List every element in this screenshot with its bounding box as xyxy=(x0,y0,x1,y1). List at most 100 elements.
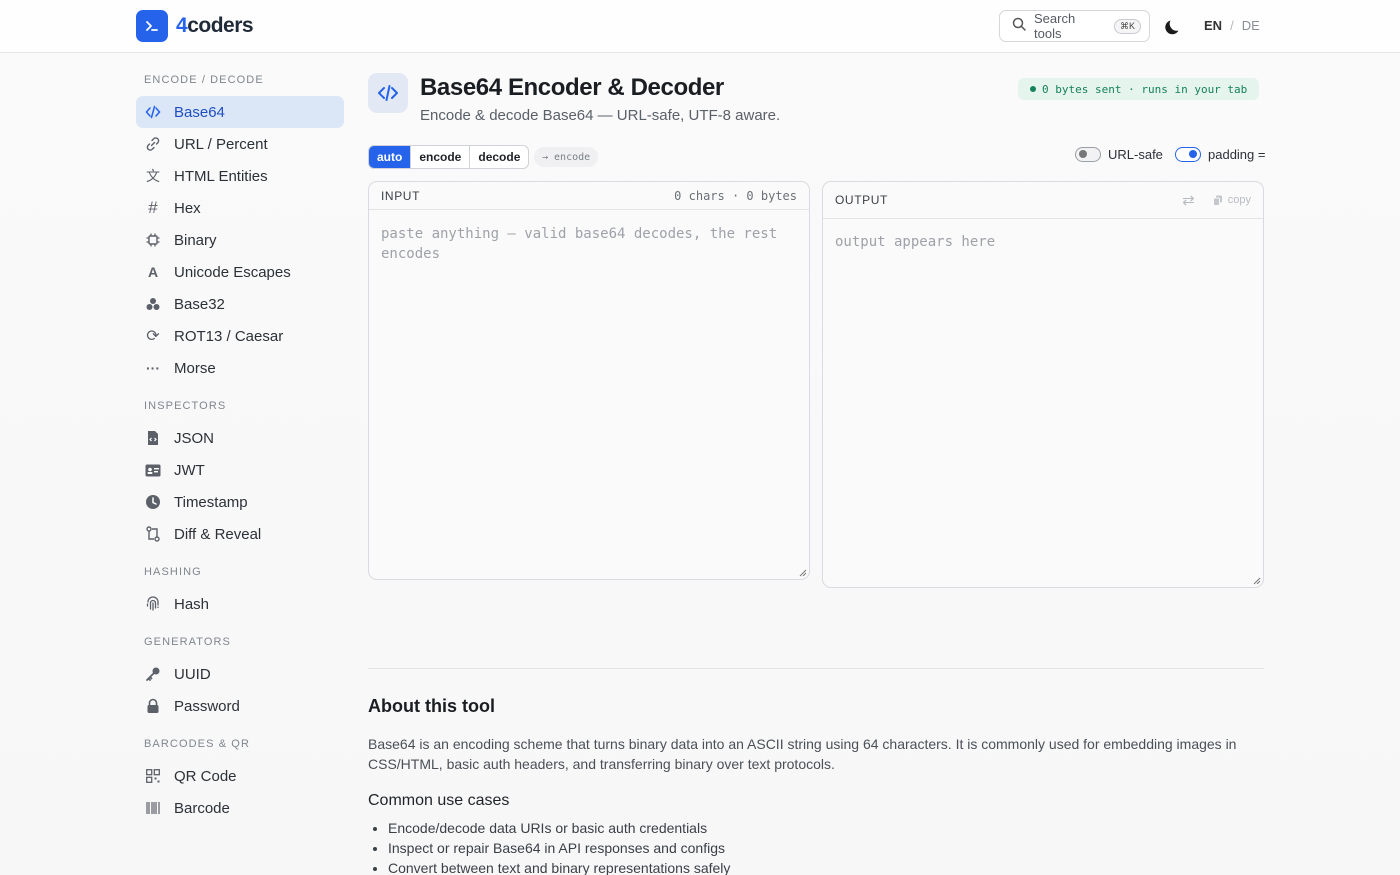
sidebar-item-label: Diff & Reveal xyxy=(174,525,262,543)
sidebar-item-label: Base64 xyxy=(174,103,225,121)
sidebar-item-label: URL / Percent xyxy=(174,135,268,153)
sidebar-item-uuid[interactable]: UUID xyxy=(136,658,344,690)
page-subtitle: Encode & decode Base64 — URL-safe, UTF-8… xyxy=(420,107,781,124)
sidebar-item-label: JSON xyxy=(174,429,215,447)
nav-group-encode-decode: ENCODE / DECODE Base64 URL / Percent 文 H… xyxy=(136,74,344,384)
git-compare-icon xyxy=(144,525,162,543)
list-item: Inspect or repair Base64 in API response… xyxy=(388,838,730,858)
sidebar-item-unicode-escapes[interactable]: A Unicode Escapes xyxy=(136,256,344,288)
search-tools-button[interactable]: Search tools ⌘K xyxy=(999,10,1150,42)
sidebar-item-timestamp[interactable]: Timestamp xyxy=(136,486,344,518)
mode-selector: auto encode decode xyxy=(368,145,530,169)
nav-group-hashing: HASHING Hash xyxy=(136,566,344,620)
padding-label: padding = xyxy=(1208,147,1266,162)
cubes-icon xyxy=(144,295,162,313)
output-panel-header: OUTPUT ⇄ copy xyxy=(823,182,1263,219)
sidebar-item-hash[interactable]: Hash xyxy=(136,588,344,620)
sidebar-item-label: Morse xyxy=(174,359,216,377)
input-textarea[interactable]: paste anything — valid base64 decodes, t… xyxy=(369,210,809,278)
sidebar-item-jwt[interactable]: JWT xyxy=(136,454,344,486)
mode-hint: → encode xyxy=(534,147,599,167)
sidebar-item-label: Base32 xyxy=(174,295,225,313)
output-textarea[interactable]: output appears here xyxy=(823,219,1263,266)
input-panel-header: INPUT 0 chars · 0 bytes xyxy=(369,182,809,210)
copy-button[interactable]: copy xyxy=(1212,194,1251,206)
section-title: BARCODES & QR xyxy=(144,738,250,750)
sidebar-item-base32[interactable]: Base32 xyxy=(136,288,344,320)
sidebar-item-qr-code[interactable]: QR Code xyxy=(136,760,344,792)
letter-a-icon: A xyxy=(147,264,159,280)
mode-encode-button[interactable]: encode xyxy=(410,146,469,168)
sidebar-item-binary[interactable]: Binary xyxy=(136,224,344,256)
section-title: ENCODE / DECODE xyxy=(144,74,264,86)
sidebar-item-label: ROT13 / Caesar xyxy=(174,327,284,345)
privacy-badge-text: 0 bytes sent · runs in your tab xyxy=(1042,82,1248,96)
sidebar-item-rot13-caesar[interactable]: ⟳ ROT13 / Caesar xyxy=(136,320,344,352)
url-safe-toggle[interactable]: URL-safe xyxy=(1075,147,1163,162)
clock-icon xyxy=(144,493,162,511)
moon-icon[interactable] xyxy=(1163,16,1183,36)
url-safe-label: URL-safe xyxy=(1108,147,1163,162)
sidebar-item-label: Barcode xyxy=(174,799,230,817)
sidebar-item-html-entities[interactable]: 文 HTML Entities xyxy=(136,160,344,192)
divider xyxy=(368,668,1264,669)
barcode-icon xyxy=(144,799,162,817)
sidebar-item-label: JWT xyxy=(174,461,205,479)
link-icon xyxy=(144,135,162,153)
sidebar-item-label: QR Code xyxy=(174,767,237,785)
swap-icon[interactable]: ⇄ xyxy=(1182,191,1195,209)
about-title: About this tool xyxy=(368,696,495,716)
resize-handle-icon[interactable] xyxy=(1253,577,1261,585)
usecases-list: Encode/decode data URIs or basic auth cr… xyxy=(388,818,730,875)
sidebar-item-label: Unicode Escapes xyxy=(174,263,291,281)
sidebar: ENCODE / DECODE Base64 URL / Percent 文 H… xyxy=(136,74,344,838)
lang-de[interactable]: DE xyxy=(1242,18,1260,33)
url-safe-switch[interactable] xyxy=(1075,147,1101,162)
nav-group-inspectors: INSPECTORS JSON JWT Timestamp Diff & Rev… xyxy=(136,400,344,550)
lock-icon xyxy=(144,697,162,715)
sidebar-item-label: Password xyxy=(174,697,240,715)
logo[interactable]: 4coders xyxy=(136,10,254,42)
sidebar-item-barcode[interactable]: Barcode xyxy=(136,792,344,824)
search-label: Search tools xyxy=(1034,11,1076,41)
sidebar-item-password[interactable]: Password xyxy=(136,690,344,722)
list-item: Encode/decode data URIs or basic auth cr… xyxy=(388,818,730,838)
language-switcher: EN / DE xyxy=(1204,18,1260,33)
top-header: 4coders Search tools ⌘K EN / DE xyxy=(0,0,1400,53)
key-icon xyxy=(144,665,162,683)
dots-icon: ··· xyxy=(146,360,160,376)
padding-toggle[interactable]: padding = xyxy=(1175,147,1265,162)
terminal-icon xyxy=(136,10,168,42)
shortcut-badge: ⌘K xyxy=(1113,18,1141,34)
sidebar-item-morse[interactable]: ··· Morse xyxy=(136,352,344,384)
about-text: Base64 is an encoding scheme that turns … xyxy=(368,736,1237,772)
qr-code-icon xyxy=(144,767,162,785)
resize-handle-icon[interactable] xyxy=(799,569,807,577)
mode-auto-button[interactable]: auto xyxy=(369,146,411,168)
input-stats: 0 chars · 0 bytes xyxy=(674,188,797,203)
hash-icon: # xyxy=(148,198,158,217)
nav-group-barcodes-qr: BARCODES & QR QR Code Barcode xyxy=(136,738,344,824)
sidebar-item-label: Hex xyxy=(174,199,201,217)
id-card-icon xyxy=(144,461,162,479)
mode-decode-button[interactable]: decode xyxy=(469,146,528,168)
sidebar-item-label: Hash xyxy=(174,595,210,613)
brand-name: 4coders xyxy=(176,14,254,37)
code-icon xyxy=(144,103,162,121)
sidebar-item-diff-reveal[interactable]: Diff & Reveal xyxy=(136,518,344,550)
copy-icon xyxy=(1212,195,1222,206)
sidebar-item-json[interactable]: JSON xyxy=(136,422,344,454)
section-title: INSPECTORS xyxy=(144,400,227,412)
sidebar-item-hex[interactable]: # Hex xyxy=(136,192,344,224)
lang-separator: / xyxy=(1230,18,1234,33)
sidebar-item-url-percent[interactable]: URL / Percent xyxy=(136,128,344,160)
lang-en[interactable]: EN xyxy=(1204,18,1222,33)
sidebar-item-label: HTML Entities xyxy=(174,167,268,185)
output-panel: OUTPUT ⇄ copy output appears here xyxy=(822,181,1264,588)
input-panel: INPUT 0 chars · 0 bytes paste anything —… xyxy=(368,181,810,580)
sidebar-item-base64[interactable]: Base64 xyxy=(136,96,344,128)
sidebar-item-label: UUID xyxy=(174,665,211,683)
padding-switch[interactable] xyxy=(1175,147,1201,162)
nav-group-generators: GENERATORS UUID Password xyxy=(136,636,344,722)
chip-icon xyxy=(144,231,162,249)
